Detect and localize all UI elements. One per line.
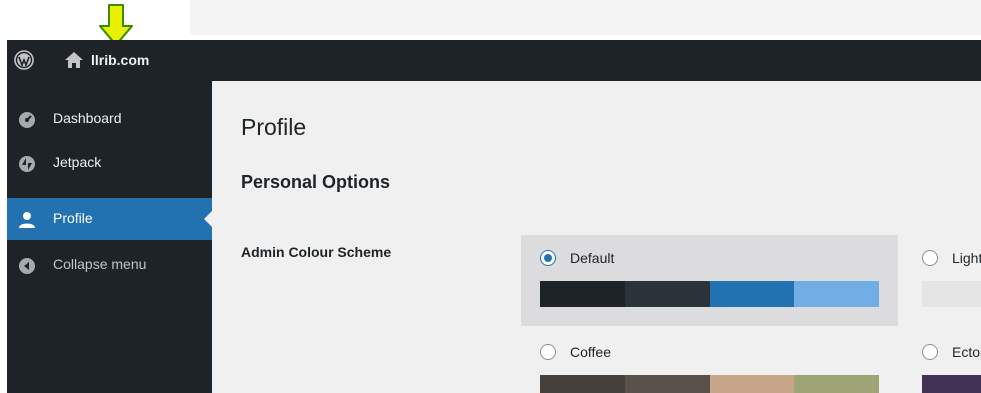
site-name-link[interactable]: llrib.com — [91, 52, 149, 68]
admin-colour-scheme-label: Admin Colour Scheme — [241, 244, 392, 260]
swatch — [922, 281, 981, 307]
scheme-radio[interactable] — [540, 250, 556, 266]
scheme-swatches — [540, 281, 879, 307]
swatch — [540, 281, 625, 307]
swatch — [624, 281, 710, 307]
colour-scheme-ectoplasm[interactable]: Ectoplasm — [903, 329, 981, 393]
swatch — [922, 375, 981, 393]
colour-scheme-default[interactable]: Default — [521, 235, 898, 326]
scheme-name: Ectoplasm — [952, 344, 981, 360]
colour-scheme-light[interactable]: Light — [903, 235, 981, 326]
swatch — [709, 281, 795, 307]
swatch — [624, 375, 710, 393]
scheme-radio[interactable] — [922, 344, 938, 360]
jetpack-icon — [19, 156, 35, 172]
sidebar-item-jetpack[interactable]: Jetpack — [7, 144, 212, 182]
sidebar-item-dashboard[interactable]: Dashboard — [7, 100, 212, 138]
sidebar-item-label: Jetpack — [53, 154, 102, 170]
sidebar-item-label: Dashboard — [53, 110, 122, 126]
scheme-swatches — [922, 281, 981, 307]
dashboard-icon — [19, 112, 35, 128]
scheme-radio[interactable] — [922, 250, 938, 266]
swatch — [794, 281, 879, 307]
swatch — [709, 375, 795, 393]
sidebar-item-label: Collapse menu — [53, 256, 147, 272]
collapse-icon — [19, 258, 35, 274]
sidebar-item-profile[interactable]: Profile — [7, 198, 212, 240]
scheme-name: Default — [570, 250, 615, 266]
swatch — [540, 375, 625, 393]
swatch — [794, 375, 879, 393]
scheme-radio[interactable] — [540, 344, 556, 360]
admin-sidebar: Dashboard Jetpack Profile Collapse menu — [7, 81, 212, 393]
scheme-name: Light — [952, 250, 981, 266]
page-top-strip-shade — [190, 0, 981, 35]
colour-scheme-coffee[interactable]: Coffee — [521, 329, 898, 393]
scheme-swatches — [540, 375, 879, 393]
section-title: Personal Options — [241, 172, 391, 192]
scheme-name: Coffee — [570, 344, 611, 360]
main-content: Profile Personal Options Admin Colour Sc… — [212, 81, 981, 393]
sidebar-item-label: Profile — [53, 210, 93, 226]
active-indicator — [204, 211, 212, 227]
admin-bar: llrib.com — [7, 40, 981, 81]
user-icon — [19, 212, 35, 228]
sidebar-item-collapse[interactable]: Collapse menu — [7, 246, 212, 284]
scheme-swatches — [922, 375, 981, 393]
home-icon[interactable] — [64, 51, 84, 69]
page-title: Profile — [241, 114, 307, 140]
wordpress-icon[interactable] — [14, 50, 34, 70]
